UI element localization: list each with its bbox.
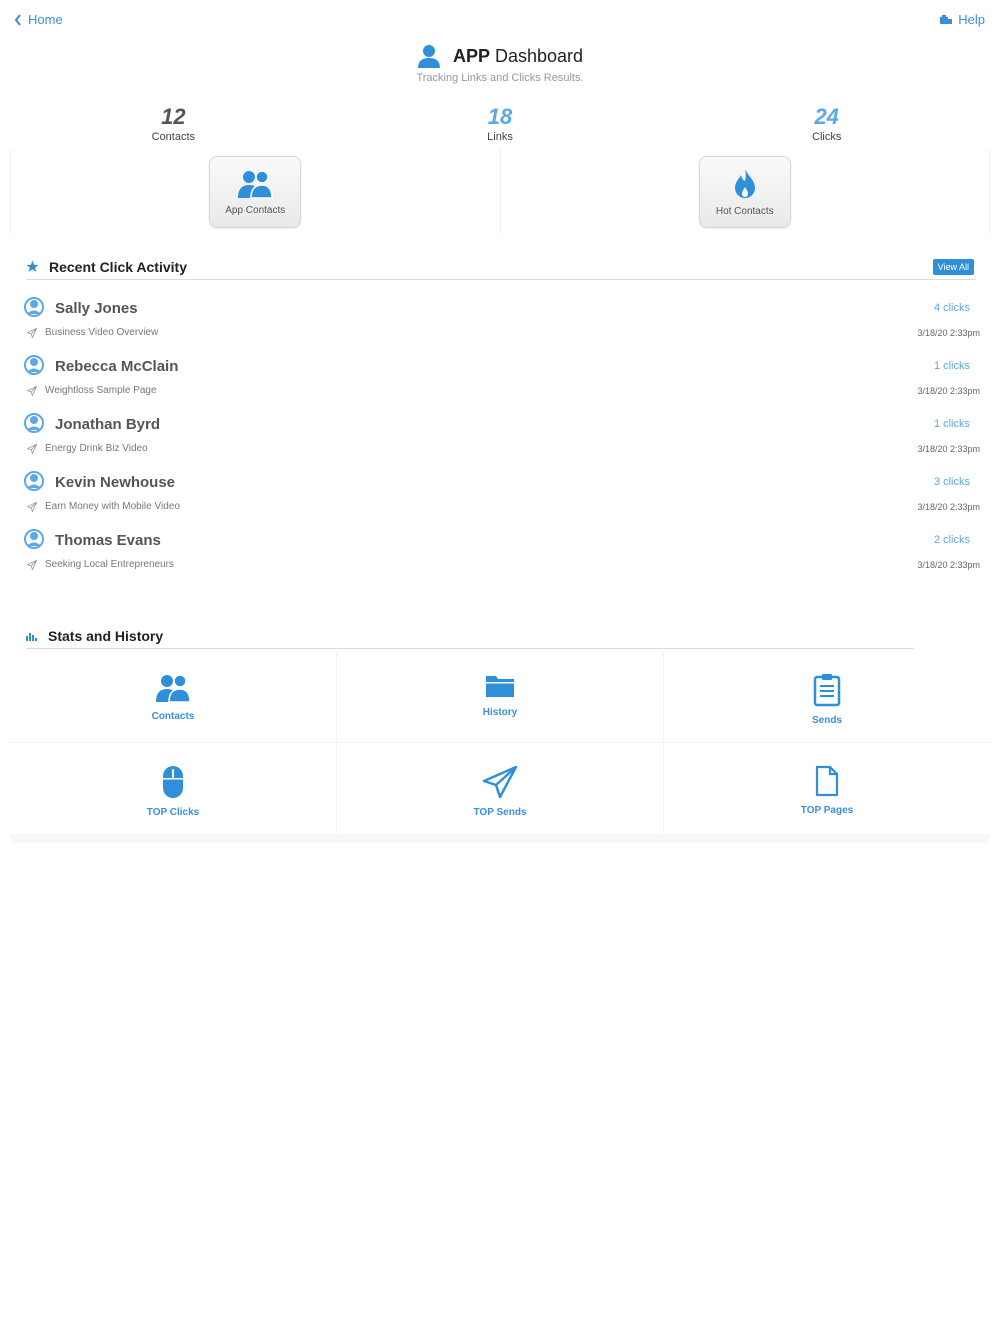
stat-clicks[interactable]: 24 Clicks [663,104,990,143]
page-link[interactable]: Weightloss Sample Page [27,385,157,396]
quick-tiles: App Contacts Hot Contacts [10,148,990,234]
users-icon [238,169,274,199]
stats-history-grid: Contacts History Sends TOP Clicks TOP Se… [10,651,990,843]
hot-contacts-button[interactable]: Hot Contacts [698,156,791,228]
timestamp: 3/18/20 2:33pm [917,444,980,454]
folder-icon [486,676,514,697]
top-nav-bar: Home Help [0,0,1000,40]
paper-plane-icon [27,327,37,338]
timestamp: 3/18/20 2:33pm [917,328,980,338]
contact-name[interactable]: Thomas Evans [55,532,161,549]
flame-icon [734,168,755,198]
hot-contacts-label: Hot Contacts [715,205,774,217]
grid-label: Sends [811,715,842,726]
grid-label: TOP Clicks [146,807,200,818]
timestamp: 3/18/20 2:33pm [917,502,980,512]
list-item: Thomas Evans 2 clicks Seeking Local Entr… [22,524,982,582]
recent-activity-header: Recent Click Activity View All [26,254,976,280]
recent-activity-list: Sally Jones 4 clicks Business Video Over… [22,292,982,582]
page-title-text: Business Video Overview [45,327,159,338]
page-title-text: Energy Drink Biz Video [45,443,148,454]
grid-top-pages[interactable]: TOP Pages [664,743,990,834]
grid-top-clicks[interactable]: TOP Clicks [10,743,336,834]
stat-label: Contacts [151,131,196,143]
paper-plane-icon [27,559,37,570]
paper-plane-icon [27,443,37,454]
page-link[interactable]: Energy Drink Biz Video [27,443,148,454]
paper-plane-icon [27,501,37,512]
list-item: Kevin Newhouse 3 clicks Earn Money with … [22,466,982,524]
list-item: Jonathan Byrd 1 clicks Energy Drink Biz … [22,408,982,466]
clipboard-icon [813,674,841,707]
click-count[interactable]: 4 clicks [934,302,970,314]
paper-plane-icon [482,765,518,799]
grid-label: Contacts [151,711,195,722]
avatar-icon [24,355,44,375]
contact-name[interactable]: Kevin Newhouse [55,474,175,491]
grid-contacts[interactable]: Contacts [10,651,336,742]
contact-name[interactable]: Sally Jones [55,300,138,317]
page-title-text: Weightloss Sample Page [45,385,157,396]
back-home-label: Home [28,12,63,27]
page-link[interactable]: Seeking Local Entrepreneurs [27,559,174,570]
stats-counters: 12 Contacts 18 Links 24 Clicks [10,104,990,143]
contact-name[interactable]: Rebecca McClain [55,358,178,375]
app-contacts-button[interactable]: App Contacts [209,156,302,228]
help-icon [940,14,953,24]
grid-top-sends[interactable]: TOP Sends [337,743,663,834]
stat-label: Clicks [812,131,842,143]
view-all-button[interactable]: View All [932,258,974,275]
stat-links[interactable]: 18 Links [337,104,664,143]
stat-label: Links [487,131,513,143]
page-link[interactable]: Earn Money with Mobile Video [27,501,180,512]
timestamp: 3/18/20 2:33pm [917,386,980,396]
grid-label: TOP Sends [473,807,527,818]
click-count[interactable]: 1 clicks [934,418,970,430]
page-subtitle: Tracking Links and Clicks Results. [416,72,584,84]
contact-name[interactable]: Jonathan Byrd [55,416,160,433]
recent-activity-title: Recent Click Activity [49,258,187,275]
chevron-left-icon [14,13,21,26]
star-icon [26,260,39,272]
list-item: Sally Jones 4 clicks Business Video Over… [22,292,982,350]
stats-history-header: Stats and History [26,623,914,649]
avatar-icon [24,529,44,549]
avatar-icon [24,297,44,317]
bar-chart-icon [26,632,37,641]
help-link[interactable]: Help [940,12,985,27]
stats-history-title: Stats and History [48,627,164,644]
page-header: APP Dashboard Tracking Links and Clicks … [0,44,1000,84]
users-icon [156,674,191,703]
avatar-icon [24,413,44,433]
page-link[interactable]: Business Video Overview [27,327,158,338]
page-title-text: Earn Money with Mobile Video [45,501,180,512]
list-item: Rebecca McClain 1 clicks Weightloss Samp… [22,350,982,408]
grid-label: TOP Pages [800,805,854,816]
page-title: APP Dashboard [452,45,584,66]
stat-value: 12 [161,104,186,129]
paper-plane-icon [27,385,37,396]
grid-sends[interactable]: Sends [664,651,990,742]
stat-contacts[interactable]: 12 Contacts [10,104,337,143]
click-count[interactable]: 2 clicks [934,534,970,546]
back-home-link[interactable]: Home [14,12,63,27]
mouse-icon [163,766,183,798]
click-count[interactable]: 3 clicks [934,476,970,488]
document-icon [815,765,839,797]
user-icon [417,45,440,68]
page-title-text: Seeking Local Entrepreneurs [45,559,174,570]
help-label: Help [958,12,985,27]
timestamp: 3/18/20 2:33pm [917,560,980,570]
click-count[interactable]: 1 clicks [934,360,970,372]
stat-value: 18 [487,104,513,129]
grid-label: History [482,707,518,718]
app-contacts-label: App Contacts [225,204,286,216]
grid-history[interactable]: History [337,651,663,742]
avatar-icon [24,471,44,491]
stat-value: 24 [814,104,839,129]
